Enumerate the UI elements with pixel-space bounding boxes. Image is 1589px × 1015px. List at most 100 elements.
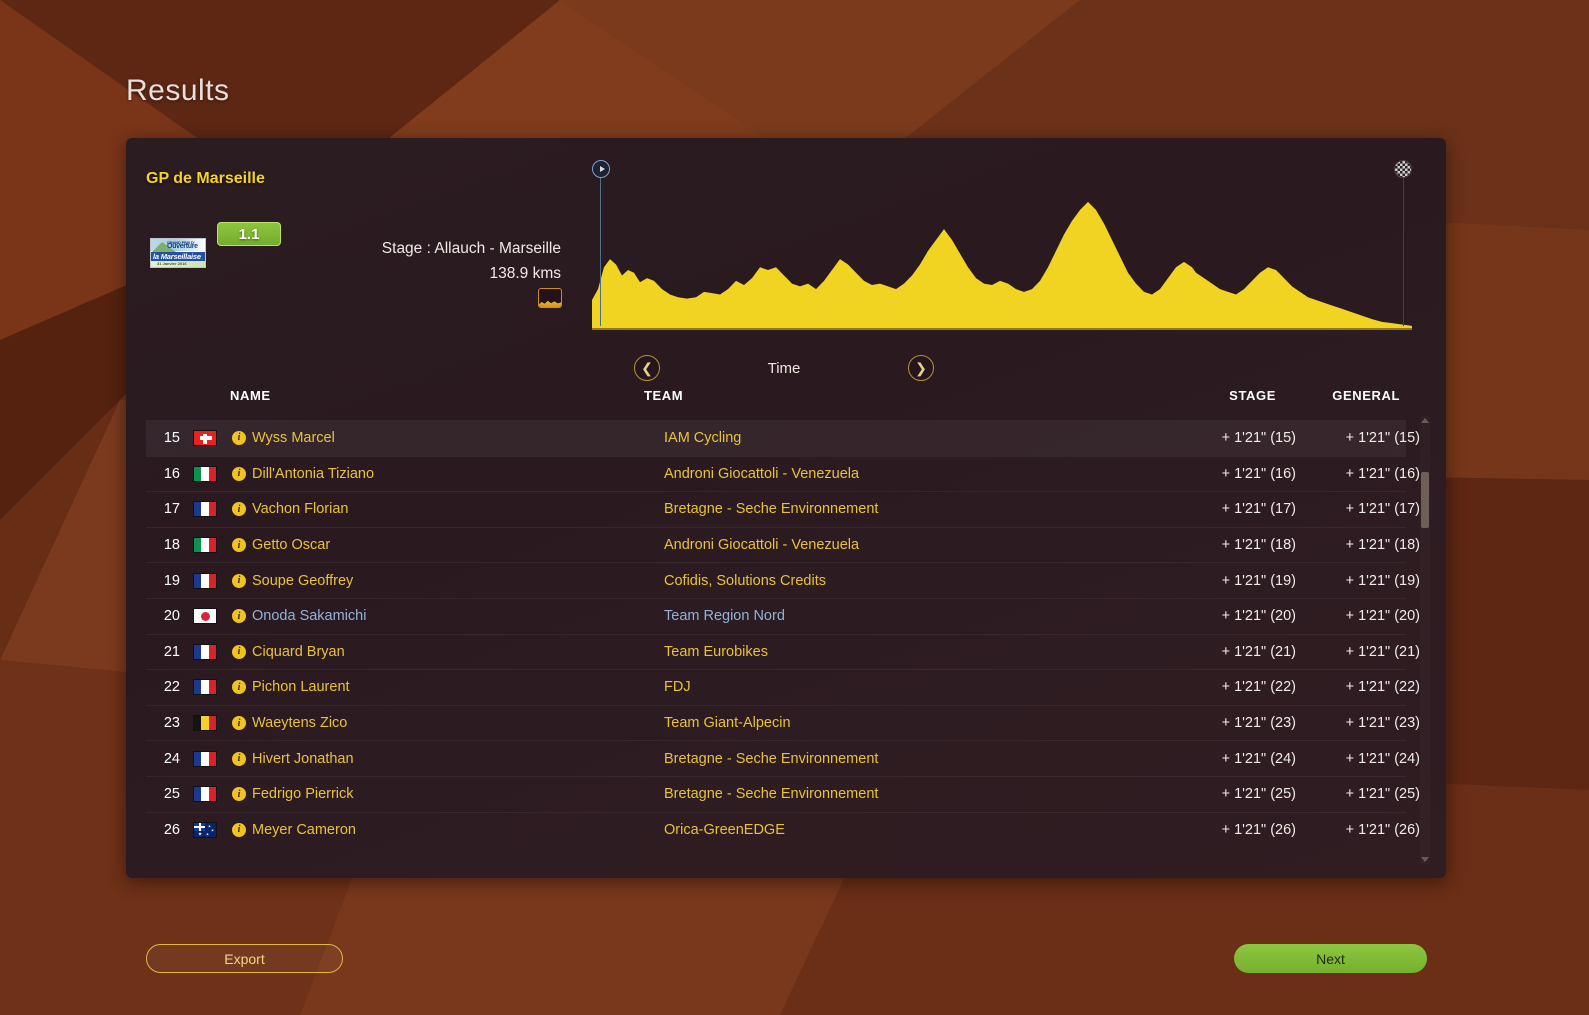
flag-fr [193,643,217,660]
rider-name[interactable]: Vachon Florian [252,501,348,517]
stage-info: Stage : Allauch - Marseille 138.9 kms [306,236,561,286]
flat-profile-icon [538,288,562,308]
rider-rank: 19 [163,572,180,589]
results-table-header: NAME TEAM STAGE GENERAL [126,388,1446,416]
rider-name[interactable]: Pichon Laurent [252,679,350,695]
table-row[interactable]: 21 i Ciquard Bryan Team Eurobikes + 1'21" (2… [146,633,1420,670]
checkered-flag-icon[interactable] [1394,160,1412,178]
rider-rank: 21 [163,643,180,660]
rider-name[interactable]: Hivert Jonathan [252,751,354,767]
stage-route-label: Stage : Allauch - Marseille [381,240,561,257]
flag-be [193,715,217,732]
team-name[interactable]: IAM Cycling [664,430,741,446]
rider-name[interactable]: Dill'Antonia Tiziano [252,466,374,482]
flag-fr [193,750,217,767]
rider-info-icon[interactable]: i [232,680,246,695]
rider-info-icon[interactable]: i [232,538,246,553]
table-row[interactable]: 25 i Fedrigo Pierrick Bretagne - Seche Envi… [146,775,1420,812]
table-row[interactable]: 26 i Meyer Cameron Orica-GreenEDGE + 1'21" (… [146,811,1420,848]
flag-ch [193,429,217,446]
rider-info-icon[interactable]: i [232,716,246,731]
team-name[interactable]: Team Region Nord [664,608,785,624]
rider-name[interactable]: Fedrigo Pierrick [252,786,354,802]
column-header-name[interactable]: NAME [230,388,271,403]
rider-rank: 24 [163,750,180,767]
table-row[interactable]: 20 i Onoda Sakamichi Team Region Nord + 1'21… [146,597,1420,634]
table-row[interactable]: 23 i Waeytens Zico Team Giant-Alpecin + 1'21… [146,704,1420,741]
stage-time: + 1'21" (19) [1221,572,1296,589]
rider-rank: 18 [163,537,180,554]
table-row[interactable]: 24 i Hivert Jonathan Bretagne - Seche Envir… [146,740,1420,776]
start-marker-line [600,176,601,326]
rider-rank: 22 [163,679,180,696]
flag-jp [193,608,217,625]
rider-rank: 20 [163,608,180,625]
table-row[interactable]: 22 i Pichon Laurent FDJ + 1'21" (22) + 1'21" … [146,669,1420,705]
race-logo: GRAND PRIX D' Ouverture la Marseillaise … [150,238,206,268]
time-label: Time [767,359,801,377]
general-time: + 1'21" (16) [1345,465,1420,482]
team-name[interactable]: Androni Giocattoli - Venezuela [664,466,859,482]
rider-rank: 17 [163,501,180,518]
team-name[interactable]: Orica-GreenEDGE [664,822,785,838]
rider-name[interactable]: Waeytens Zico [252,715,347,731]
rider-info-icon[interactable]: i [232,430,246,445]
time-navigation: ❮ Time ❯ [634,350,934,386]
results-scrollbar[interactable] [1420,416,1430,864]
team-name[interactable]: FDJ [664,679,691,695]
play-marker-icon[interactable] [592,160,610,178]
column-header-general[interactable]: GENERAL [1276,388,1400,403]
rider-name[interactable]: Meyer Cameron [252,822,356,838]
race-logo-line4: 31 Janvier 2016 [157,261,187,266]
stage-time: + 1'21" (22) [1221,679,1296,696]
race-logo-line3: la Marseillaise [153,252,201,261]
general-time: + 1'21" (25) [1345,786,1420,803]
rider-name[interactable]: Soupe Geoffrey [252,573,353,589]
scrollbar-thumb[interactable] [1421,472,1429,528]
rider-rank: 23 [163,715,180,732]
chevron-left-icon[interactable]: ❮ [634,355,660,381]
rider-info-icon[interactable]: i [232,644,246,659]
rider-info-icon[interactable]: i [232,573,246,588]
table-row[interactable]: 16 i Dill'Antonia Tiziano Androni Giocattol… [146,455,1420,492]
rider-info-icon[interactable]: i [232,787,246,802]
team-name[interactable]: Bretagne - Seche Environnement [664,751,878,767]
team-name[interactable]: Bretagne - Seche Environnement [664,786,878,802]
rider-info-icon[interactable]: i [232,609,246,624]
rider-info-icon[interactable]: i [232,822,246,837]
rider-info-icon[interactable]: i [232,751,246,766]
table-row[interactable]: 17 i Vachon Florian Bretagne - Seche Enviro… [146,491,1420,527]
rider-name[interactable]: Onoda Sakamichi [252,608,366,624]
table-row[interactable]: 18 i Getto Oscar Androni Giocattoli - Venez… [146,526,1420,563]
general-time: + 1'21" (15) [1345,429,1420,446]
rider-rank: 25 [163,786,180,803]
flag-au [193,821,217,838]
rider-name[interactable]: Getto Oscar [252,537,330,553]
rider-info-icon[interactable]: i [232,502,246,517]
column-header-team[interactable]: TEAM [644,388,683,403]
stage-time: + 1'21" (24) [1221,750,1296,767]
table-row[interactable]: 15 i Wyss Marcel IAM Cycling + 1'21" (15) + 1… [146,420,1420,456]
rider-name[interactable]: Ciquard Bryan [252,644,345,660]
table-row[interactable]: 19 i Soupe Geoffrey Cofidis, Solutions Cred… [146,562,1420,598]
team-name[interactable]: Androni Giocattoli - Venezuela [664,537,859,553]
stage-distance: 138.9 kms [489,265,561,282]
page-title: Results [126,74,230,107]
rider-name[interactable]: Wyss Marcel [252,430,335,446]
team-name[interactable]: Team Giant-Alpecin [664,715,791,731]
chevron-right-icon[interactable]: ❯ [908,355,934,381]
export-button[interactable]: Export [146,944,343,973]
general-time: + 1'21" (20) [1345,608,1420,625]
team-name[interactable]: Bretagne - Seche Environnement [664,501,878,517]
team-name[interactable]: Cofidis, Solutions Credits [664,573,826,589]
rider-rank: 26 [163,821,180,838]
flag-fr [193,679,217,696]
race-category-badge: 1.1 [217,222,281,246]
stage-time: + 1'21" (23) [1221,715,1296,732]
rider-info-icon[interactable]: i [232,466,246,481]
team-name[interactable]: Team Eurobikes [664,644,768,660]
column-header-stage[interactable]: STAGE [1126,388,1276,403]
next-button[interactable]: Next [1234,944,1427,973]
scroll-up-arrow-icon[interactable] [1420,416,1430,425]
scroll-down-arrow-icon[interactable] [1420,855,1430,864]
